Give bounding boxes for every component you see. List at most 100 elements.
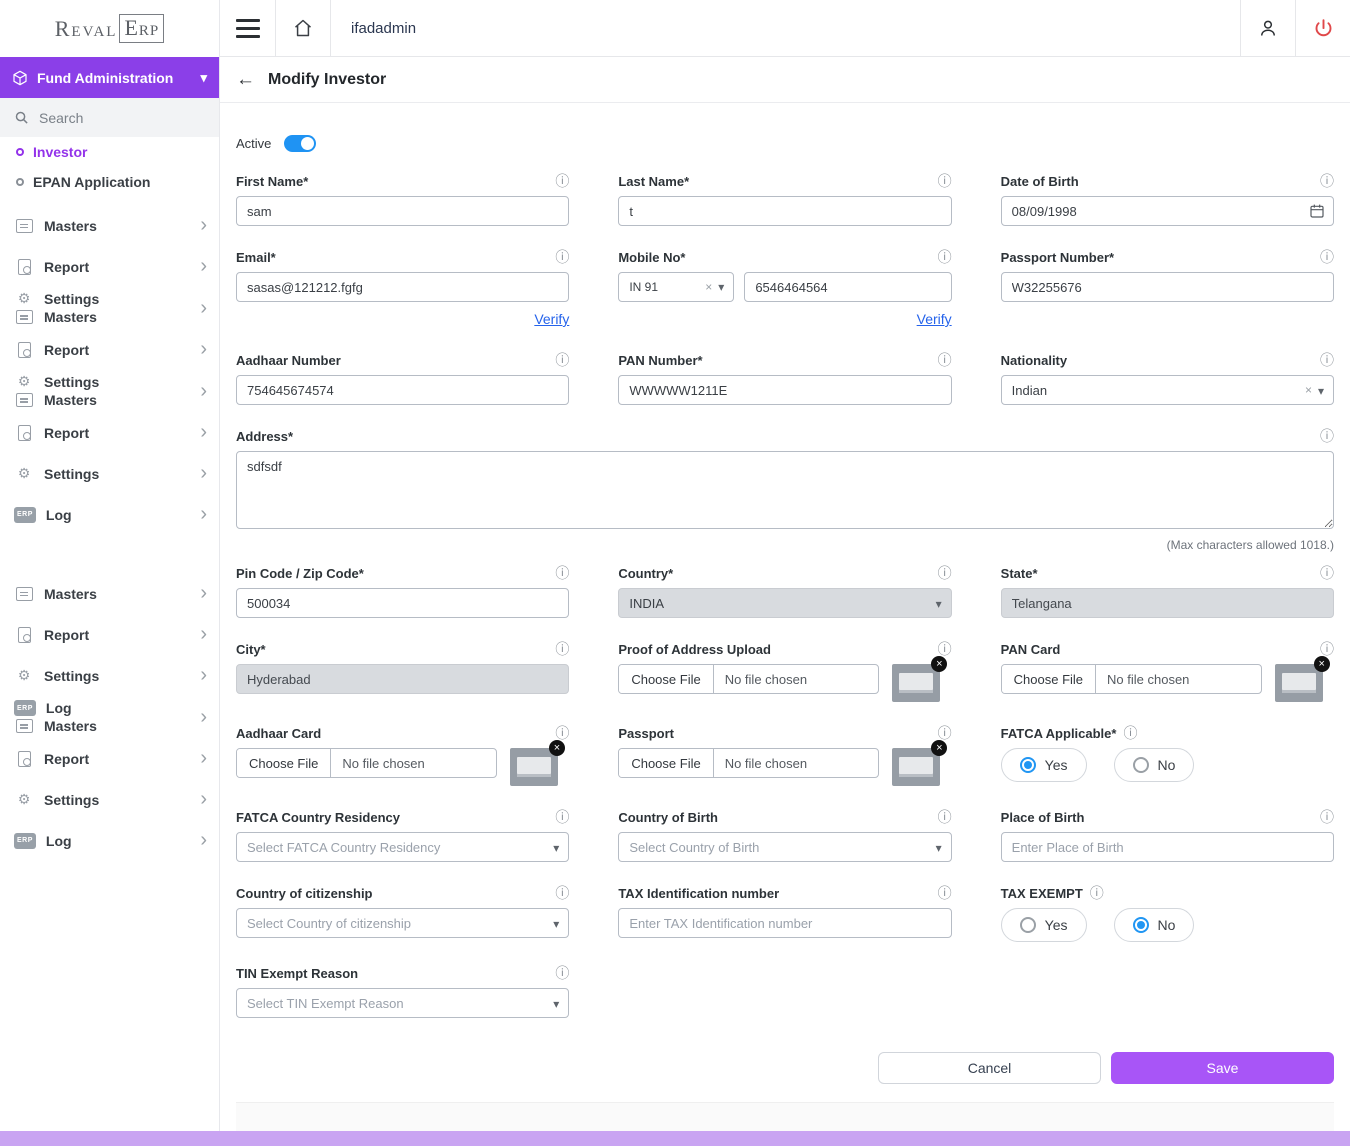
- chevron-down-icon: [936, 840, 942, 855]
- fatca-applicable-label: FATCA Applicable*: [1001, 726, 1117, 741]
- chevron-right-icon: [200, 829, 207, 852]
- sidebar-item-label: Masters: [44, 392, 97, 408]
- pan-card-file-input[interactable]: Choose File No file chosen: [1001, 664, 1262, 694]
- state-field: State*: [1001, 566, 1334, 618]
- sidebar-item-settings-masters[interactable]: SettingsMasters: [0, 287, 219, 329]
- country-label: Country*: [618, 566, 673, 581]
- sidebar-item-log[interactable]: Log: [0, 820, 219, 861]
- sidebar-item-settings[interactable]: Settings: [0, 779, 219, 820]
- passport-file-input[interactable]: Choose File No file chosen: [618, 748, 879, 778]
- choose-file-button[interactable]: Choose File: [619, 665, 713, 693]
- date-of-birth-input[interactable]: [1001, 196, 1334, 226]
- sidebar-item-report[interactable]: Report: [0, 412, 219, 453]
- calendar-icon[interactable]: [1309, 203, 1325, 219]
- settings-icon: [14, 291, 34, 307]
- verify-mobile-link[interactable]: Verify: [917, 311, 952, 327]
- country-of-birth-select[interactable]: Select Country of Birth: [618, 832, 951, 862]
- nationality-select[interactable]: Indian: [1001, 375, 1334, 405]
- sidebar-item-epan-application[interactable]: EPAN Application: [0, 167, 219, 197]
- proof-of-address-thumbnail[interactable]: [892, 664, 940, 702]
- menu-toggle-button[interactable]: [220, 19, 275, 38]
- sidebar-item-settings[interactable]: Settings: [0, 453, 219, 494]
- tax-exempt-yes-radio[interactable]: Yes: [1001, 908, 1087, 942]
- pan-card-thumbnail[interactable]: [1275, 664, 1323, 702]
- remove-file-icon[interactable]: [931, 740, 947, 756]
- sidebar-item-report[interactable]: Report: [0, 329, 219, 370]
- info-icon: [938, 726, 952, 741]
- sidebar-item-report[interactable]: Report: [0, 738, 219, 779]
- info-icon: [1320, 810, 1334, 825]
- place-of-birth-label: Place of Birth: [1001, 810, 1085, 825]
- first-name-input[interactable]: [236, 196, 569, 226]
- clear-icon[interactable]: [1305, 383, 1312, 397]
- country-select[interactable]: INDIA: [618, 588, 951, 618]
- sidebar-item-investor[interactable]: Investor: [0, 137, 219, 167]
- aadhaar-card-file-input[interactable]: Choose File No file chosen: [236, 748, 497, 778]
- tax-exempt-no-radio[interactable]: No: [1114, 908, 1195, 942]
- logout-button[interactable]: [1296, 18, 1350, 39]
- aadhaar-number-field: Aadhaar Number: [236, 353, 569, 405]
- choose-file-button[interactable]: Choose File: [619, 749, 713, 777]
- fatca-no-radio[interactable]: No: [1114, 748, 1195, 782]
- sidebar-item-log-masters[interactable]: LogMasters: [0, 696, 219, 738]
- remove-file-icon[interactable]: [1314, 656, 1330, 672]
- sidebar-item-report[interactable]: Report: [0, 614, 219, 655]
- sidebar-item-label: Masters: [44, 218, 97, 234]
- info-icon: [938, 250, 952, 265]
- sidebar-item-log[interactable]: Log: [0, 494, 219, 535]
- sidebar-item-settings[interactable]: Settings: [0, 655, 219, 696]
- chevron-down-icon: [553, 916, 559, 931]
- info-icon: [555, 966, 569, 981]
- pan-number-input[interactable]: [618, 375, 951, 405]
- last-name-input[interactable]: [618, 196, 951, 226]
- save-button[interactable]: Save: [1111, 1052, 1334, 1084]
- passport-number-input[interactable]: [1001, 272, 1334, 302]
- choose-file-button[interactable]: Choose File: [237, 749, 331, 777]
- sidebar-item-masters[interactable]: Masters: [0, 205, 219, 246]
- clear-icon[interactable]: [705, 280, 712, 294]
- fatca-country-select[interactable]: Select FATCA Country Residency: [236, 832, 569, 862]
- tin-exempt-reason-select[interactable]: Select TIN Exempt Reason: [236, 988, 569, 1018]
- home-icon: [293, 18, 313, 38]
- citizenship-select[interactable]: Select Country of citizenship: [236, 908, 569, 938]
- bullet-icon: [16, 148, 24, 156]
- masters-icon: [14, 586, 34, 602]
- search-icon: [14, 110, 29, 125]
- active-toggle[interactable]: [284, 135, 316, 152]
- tax-id-input[interactable]: [618, 908, 951, 938]
- remove-file-icon[interactable]: [931, 656, 947, 672]
- email-input[interactable]: [236, 272, 569, 302]
- home-button[interactable]: [276, 18, 330, 38]
- sidebar-search[interactable]: Search: [0, 98, 219, 137]
- pin-code-input[interactable]: [236, 588, 569, 618]
- sidebar-item-settings-masters[interactable]: SettingsMasters: [0, 370, 219, 412]
- logo-text-secondary: Erp: [119, 14, 164, 42]
- choose-file-button[interactable]: Choose File: [1002, 665, 1096, 693]
- country-value: INDIA: [629, 596, 929, 611]
- address-input[interactable]: sdfsdf: [236, 451, 1334, 529]
- sidebar-item-label: Masters: [44, 309, 97, 325]
- sidebar-item-report[interactable]: Report: [0, 246, 219, 287]
- aadhaar-number-input[interactable]: [236, 375, 569, 405]
- remove-file-icon[interactable]: [549, 740, 565, 756]
- masters-icon: [14, 218, 34, 234]
- passport-thumbnail[interactable]: [892, 748, 940, 786]
- info-icon: [555, 642, 569, 657]
- module-switcher[interactable]: Fund Administration: [0, 57, 219, 98]
- country-code-select[interactable]: IN 91: [618, 272, 734, 302]
- proof-of-address-file-input[interactable]: Choose File No file chosen: [618, 664, 879, 694]
- aadhaar-card-thumbnail[interactable]: [510, 748, 558, 786]
- info-icon: [1320, 353, 1334, 368]
- profile-button[interactable]: [1241, 18, 1295, 38]
- address-max-note: (Max characters allowed 1018.): [236, 538, 1334, 552]
- back-button[interactable]: [236, 70, 255, 89]
- citizenship-label: Country of citizenship: [236, 886, 373, 901]
- cancel-button[interactable]: Cancel: [878, 1052, 1101, 1084]
- sidebar-item-masters[interactable]: Masters: [0, 573, 219, 614]
- verify-email-link[interactable]: Verify: [534, 311, 569, 327]
- mobile-input[interactable]: [744, 272, 951, 302]
- place-of-birth-input[interactable]: [1001, 832, 1334, 862]
- fatca-yes-radio[interactable]: Yes: [1001, 748, 1087, 782]
- last-name-label: Last Name*: [618, 174, 689, 189]
- radio-label: No: [1158, 917, 1176, 933]
